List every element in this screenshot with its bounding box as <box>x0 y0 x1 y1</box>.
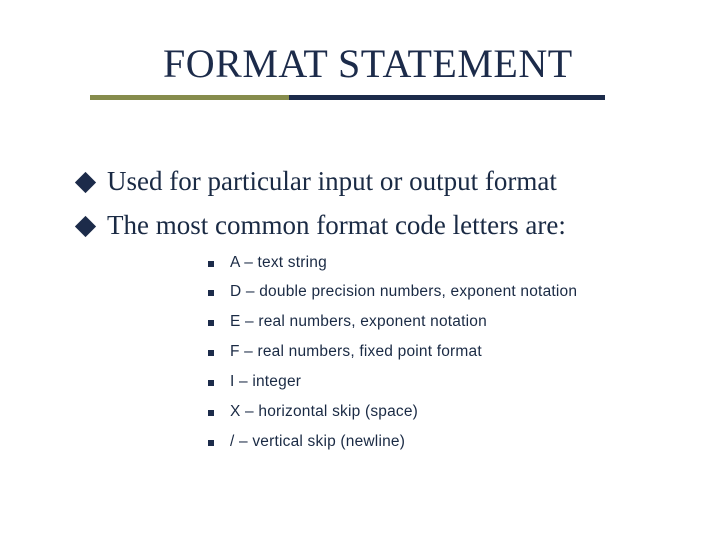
sub-text: D – double precision numbers, exponent n… <box>230 282 577 303</box>
underline-navy <box>289 95 605 100</box>
title-underline <box>163 95 653 105</box>
sub-text: / – vertical skip (newline) <box>230 432 405 453</box>
bullet-text: Used for particular input or output form… <box>107 165 557 199</box>
list-item: I – integer <box>208 372 670 393</box>
list-item: E – real numbers, exponent notation <box>208 312 670 333</box>
sub-text: X – horizontal skip (space) <box>230 402 418 423</box>
diamond-icon <box>75 216 96 237</box>
title-block: FORMAT STATEMENT <box>163 40 653 105</box>
square-icon <box>208 380 214 386</box>
sub-text: F – real numbers, fixed point format <box>230 342 482 363</box>
bullet-item: The most common format code letters are: <box>78 209 670 243</box>
list-item: F – real numbers, fixed point format <box>208 342 670 363</box>
square-icon <box>208 320 214 326</box>
bullet-text: The most common format code letters are: <box>107 209 566 243</box>
body-content: Used for particular input or output form… <box>78 165 670 462</box>
square-icon <box>208 261 214 267</box>
sub-text: I – integer <box>230 372 301 393</box>
slide: FORMAT STATEMENT Used for particular inp… <box>0 0 720 540</box>
list-item: A – text string <box>208 253 670 274</box>
sub-list: A – text string D – double precision num… <box>208 253 670 453</box>
diamond-icon <box>75 172 96 193</box>
square-icon <box>208 410 214 416</box>
sub-text: A – text string <box>230 253 327 274</box>
sub-text: E – real numbers, exponent notation <box>230 312 487 333</box>
list-item: / – vertical skip (newline) <box>208 432 670 453</box>
list-item: X – horizontal skip (space) <box>208 402 670 423</box>
square-icon <box>208 350 214 356</box>
underline-olive <box>90 95 605 100</box>
page-title: FORMAT STATEMENT <box>163 40 653 87</box>
square-icon <box>208 440 214 446</box>
square-icon <box>208 290 214 296</box>
list-item: D – double precision numbers, exponent n… <box>208 282 670 303</box>
bullet-item: Used for particular input or output form… <box>78 165 670 199</box>
